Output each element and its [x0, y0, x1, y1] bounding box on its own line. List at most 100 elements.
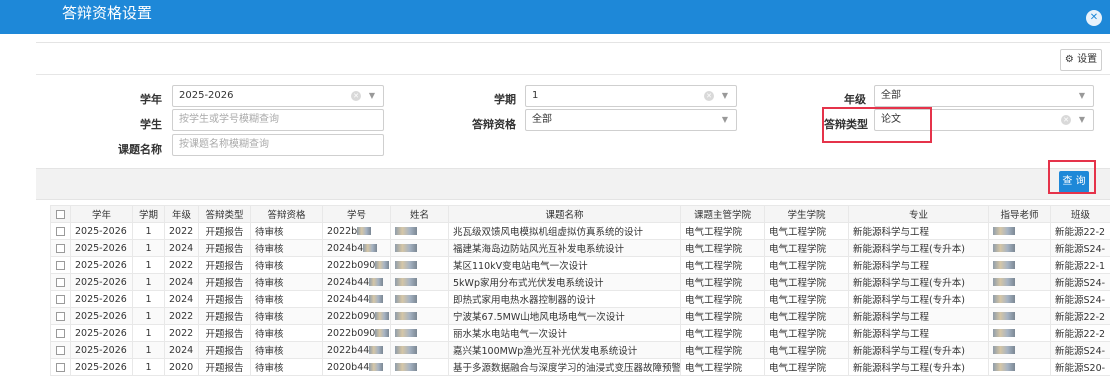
col-header[interactable]: 课题名称 [448, 205, 681, 223]
row-checkbox[interactable] [50, 256, 71, 274]
table-cell: 1 [132, 358, 165, 376]
table-cell: 开题报告 [198, 239, 251, 257]
table-cell [988, 307, 1051, 325]
redacted-mark [993, 244, 1015, 252]
table-cell [988, 256, 1051, 274]
table-row[interactable]: 2025-2026 1 2024 开题报告 待审核 2024b44 即热式家用电热水器控制器… [50, 290, 1110, 308]
table-cell: 2022b090 [322, 256, 391, 274]
chevron-down-icon: ▼ [721, 115, 728, 124]
table-cell: 待审核 [250, 358, 323, 376]
chevron-down-icon: ▼ [721, 91, 728, 100]
table-cell: 1 [132, 239, 165, 257]
redacted-mark [993, 329, 1015, 337]
col-header[interactable]: 指导老师 [988, 205, 1051, 223]
row-checkbox[interactable] [50, 358, 71, 376]
table-cell: 新能源科学与工程(专升本) [848, 358, 989, 376]
redacted-mark [395, 329, 417, 337]
clear-icon[interactable]: ✕ [351, 91, 361, 101]
col-header[interactable]: 学号 [322, 205, 391, 223]
table-cell: 待审核 [250, 256, 323, 274]
qualification-select[interactable]: 全部 ▼ [525, 109, 737, 131]
table-cell [390, 222, 449, 240]
window-title: 答辩资格设置 [62, 4, 153, 22]
table-cell: 电气工程学院 [680, 273, 765, 291]
row-checkbox[interactable] [50, 222, 71, 240]
table-row[interactable]: 2025-2026 1 2020 开题报告 待审核 2020b44 基于多源数据融合与深度学… [50, 358, 1110, 376]
chevron-down-icon: ▼ [1078, 115, 1085, 124]
table-cell [390, 256, 449, 274]
row-checkbox[interactable] [50, 324, 71, 342]
year-select-value: 2025-2026 [179, 90, 234, 101]
table-cell: 电气工程学院 [764, 290, 849, 308]
table-cell: 福建某海岛边防站风光互补发电系统设计 [448, 239, 681, 257]
col-header[interactable]: 姓名 [390, 205, 449, 223]
table-row[interactable]: 2025-2026 1 2022 开题报告 待审核 2022b 兆瓦级双馈风电模拟机组虚拟仿… [50, 222, 1110, 240]
close-icon[interactable]: ✕ [1086, 10, 1102, 26]
col-header[interactable]: 专业 [848, 205, 989, 223]
settings-button[interactable]: ⚙ 设置 [1060, 49, 1102, 71]
table-cell [390, 290, 449, 308]
redacted-mark [395, 295, 417, 303]
table-cell: 1 [132, 256, 165, 274]
row-checkbox[interactable] [50, 290, 71, 308]
table-cell: 即热式家用电热水器控制器的设计 [448, 290, 681, 308]
table-cell: 2022 [164, 307, 199, 325]
table-cell: 2020b44 [322, 358, 391, 376]
table-cell: 电气工程学院 [680, 222, 765, 240]
col-header[interactable]: 答辩类型 [198, 205, 251, 223]
table-cell: 开题报告 [198, 307, 251, 325]
table-cell: 2022 [164, 256, 199, 274]
table-cell: 电气工程学院 [680, 307, 765, 325]
table-cell: 2024 [164, 341, 199, 359]
redacted-mark [395, 363, 417, 371]
clear-icon[interactable]: ✕ [704, 91, 714, 101]
row-checkbox[interactable] [50, 341, 71, 359]
col-header[interactable]: 课题主管学院 [680, 205, 765, 223]
table-cell: 电气工程学院 [680, 256, 765, 274]
select-all-checkbox[interactable] [50, 205, 71, 223]
table-cell: 2025-2026 [70, 307, 133, 325]
col-header[interactable]: 学期 [132, 205, 165, 223]
table-cell: 新能源22-2 [1050, 307, 1110, 325]
col-header[interactable]: 答辩资格 [250, 205, 323, 223]
table-cell: 开题报告 [198, 256, 251, 274]
redacted-mark [993, 278, 1015, 286]
year-select[interactable]: 2025-2026 ✕ ▼ [172, 85, 384, 107]
col-header[interactable]: 班级 [1050, 205, 1110, 223]
table-cell: 电气工程学院 [764, 222, 849, 240]
redacted-mark [363, 244, 378, 252]
table-row[interactable]: 2025-2026 1 2022 开题报告 待审核 2022b090 某区110kV变电站电… [50, 256, 1110, 274]
col-header[interactable]: 年级 [164, 205, 199, 223]
table-cell: 1 [132, 341, 165, 359]
row-checkbox[interactable] [50, 307, 71, 325]
table-cell: 新能源S24- [1050, 341, 1110, 359]
table-cell: 新能源22-1 [1050, 256, 1110, 274]
table-cell: 2024b4 [322, 239, 391, 257]
clear-icon[interactable]: ✕ [1061, 115, 1071, 125]
topic-search-input[interactable]: 按课题名称模糊查询 [172, 134, 384, 156]
table-cell: 某区110kV变电站电气一次设计 [448, 256, 681, 274]
row-checkbox[interactable] [50, 273, 71, 291]
row-checkbox[interactable] [50, 239, 71, 257]
table-cell: 电气工程学院 [764, 307, 849, 325]
table-cell: 2024b44 [322, 273, 391, 291]
table-cell: 嘉兴某100MWp渔光互补光伏发电系统设计 [448, 341, 681, 359]
qualification-select-value: 全部 [532, 114, 552, 125]
term-select[interactable]: 1 ✕ ▼ [525, 85, 737, 107]
term-select-value: 1 [532, 90, 539, 101]
student-search-input[interactable]: 按学生或学号模糊查询 [172, 109, 384, 131]
table-row[interactable]: 2025-2026 1 2024 开题报告 待审核 2024b44 5kWp家用分布式光伏发… [50, 273, 1110, 291]
table-row[interactable]: 2025-2026 1 2022 开题报告 待审核 2022b090 宁波某67.5MW山地… [50, 307, 1110, 325]
col-header[interactable]: 学生学院 [764, 205, 849, 223]
table-row[interactable]: 2025-2026 1 2022 开题报告 待审核 2022b090 丽水某水电站电气一次设… [50, 324, 1110, 342]
redacted-mark [375, 261, 390, 269]
table-cell: 新能源S24- [1050, 290, 1110, 308]
table-cell: 电气工程学院 [764, 358, 849, 376]
redacted-mark [369, 363, 384, 371]
action-bar [36, 168, 1110, 200]
table-header-row: 学年 学期 年级 答辩类型 答辩资格 学号 姓名 课题名称 课题主管学院 学生学… [50, 205, 1110, 223]
table-row[interactable]: 2025-2026 1 2024 开题报告 待审核 2022b44 嘉兴某100MWp渔光互… [50, 341, 1110, 359]
table-row[interactable]: 2025-2026 1 2024 开题报告 待审核 2024b4 福建某海岛边防站风光互补发… [50, 239, 1110, 257]
grade-select[interactable]: 全部 ▼ [874, 85, 1094, 107]
col-header[interactable]: 学年 [70, 205, 133, 223]
